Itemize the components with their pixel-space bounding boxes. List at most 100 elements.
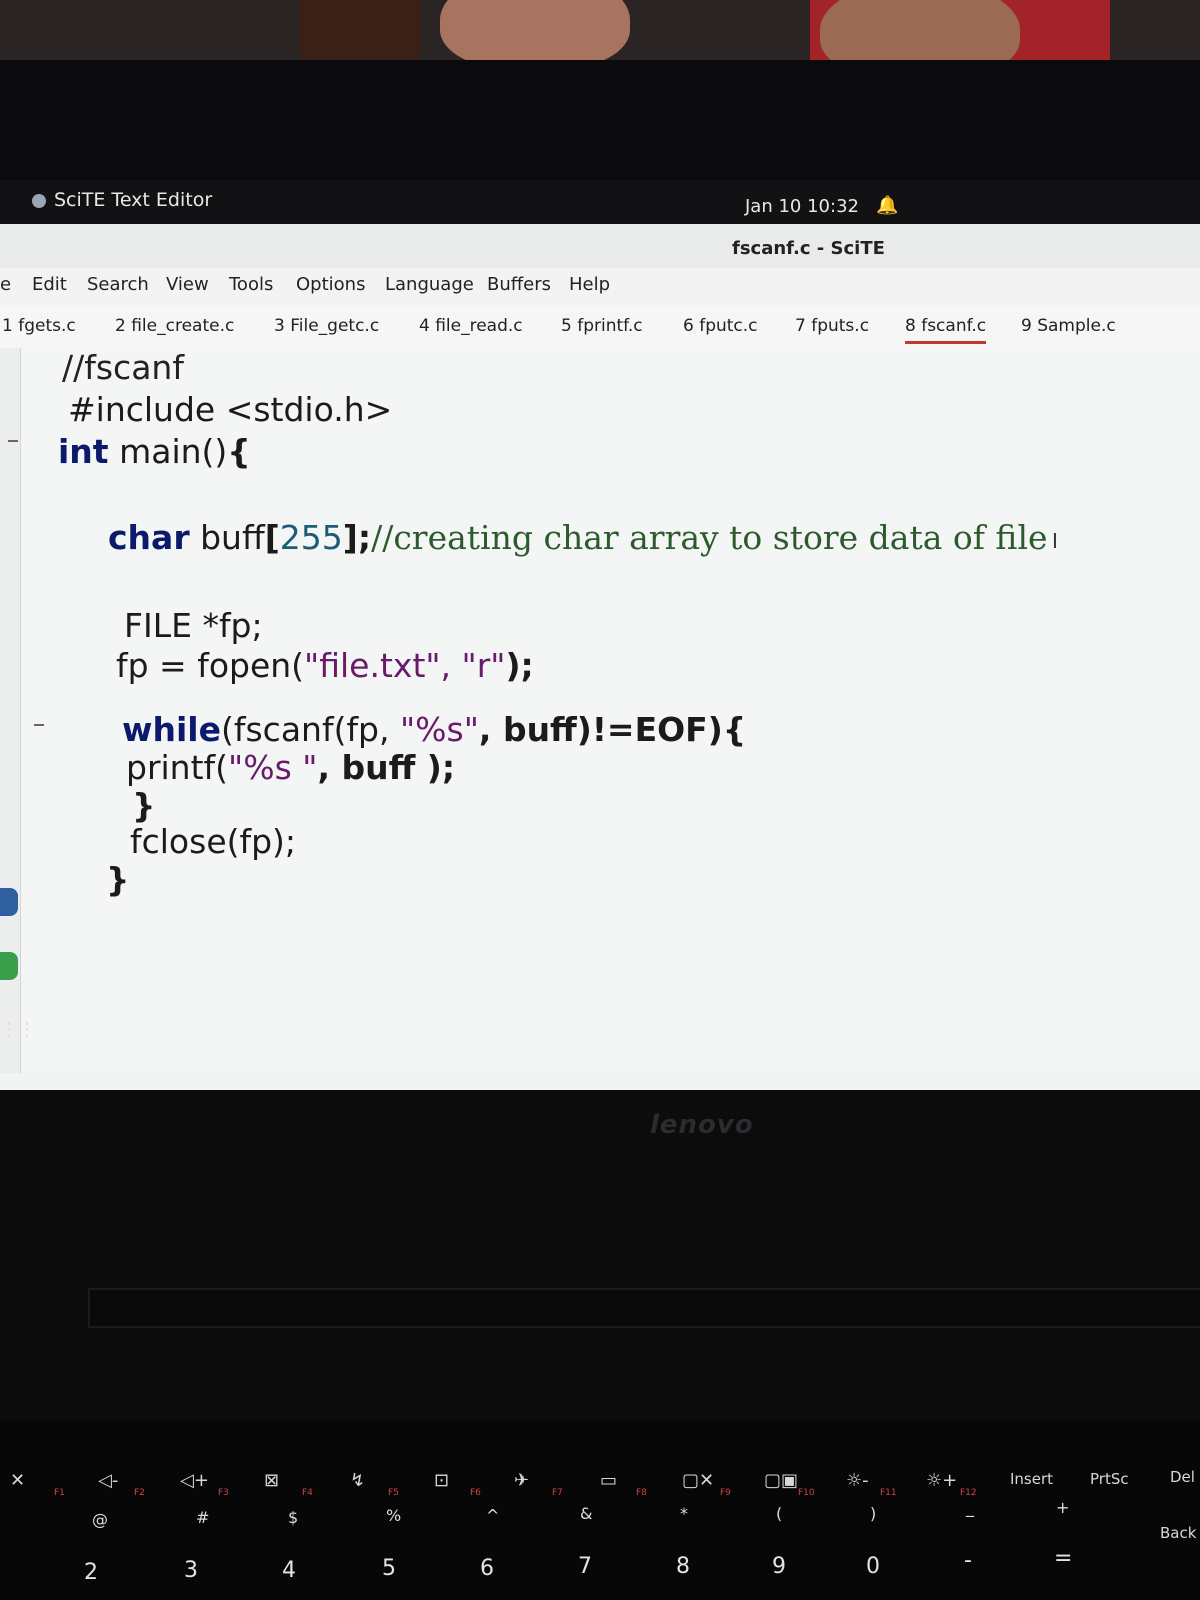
tab-file-read[interactable]: 4 file_read.c [419, 316, 523, 336]
code-keyword: int [58, 432, 109, 471]
tab-fgets[interactable]: 1 fgets.c [2, 316, 76, 336]
tab-fprintf[interactable]: 5 fprintf.c [561, 316, 643, 336]
key-2[interactable]: 2 [84, 1560, 98, 1585]
code-line: int main(){ [58, 432, 251, 471]
key-f8-sub: F8 [636, 1488, 647, 1498]
brightness-up-icon: ☼+ [926, 1470, 958, 1491]
code-text: , buff ); [317, 748, 456, 787]
menu-edit[interactable]: Edit [32, 274, 67, 295]
code-brace: { [227, 432, 251, 471]
key-3[interactable]: 3 [184, 1558, 198, 1583]
key-f1-sub: F1 [54, 1488, 65, 1498]
code-number: 255 [279, 518, 343, 557]
brightness-down-icon: ☼- [846, 1470, 869, 1491]
key-prtsc[interactable]: PrtSc [1090, 1470, 1129, 1488]
key-4[interactable]: 4 [282, 1558, 296, 1583]
menu-language[interactable]: Language [385, 274, 474, 295]
code-comment: //fscanf [62, 348, 184, 387]
key-delete[interactable]: Del [1170, 1468, 1195, 1486]
volume-up-icon: ◁+ [180, 1470, 209, 1491]
fold-marker[interactable] [8, 440, 18, 442]
key-f3-sub: F3 [218, 1488, 229, 1498]
menu-view[interactable]: View [166, 274, 209, 295]
key-8[interactable]: 8 [676, 1554, 690, 1579]
key-f6[interactable]: ⊡ [434, 1470, 449, 1491]
laptop-brand-logo: lenovo [650, 1110, 754, 1140]
refresh-icon: ↯ [350, 1470, 366, 1491]
volume-down-icon: ◁- [98, 1470, 119, 1491]
key-f2[interactable]: ◁- [98, 1470, 118, 1491]
key-6[interactable]: 6 [480, 1556, 494, 1581]
key-f10[interactable]: ▢▣ [764, 1470, 798, 1491]
code-string: "%s " [228, 748, 318, 787]
menu-options[interactable]: Options [296, 274, 365, 295]
key-f4-sub: F4 [302, 1488, 313, 1498]
code-text: fp = fopen( [116, 646, 305, 685]
code-string: "%s" [400, 710, 479, 749]
laptop-screen: SciTE Text Editor Jan 10 10:32 🔔 fscanf.… [0, 180, 1200, 1090]
desktop-top-bar: SciTE Text Editor Jan 10 10:32 🔔 [0, 180, 1200, 224]
menu-bar: e Edit Search View Tools Options Languag… [0, 268, 1200, 306]
code-line: printf("%s ", buff ); [126, 748, 455, 787]
key-f7-sub: F7 [552, 1488, 563, 1498]
key-f1-icon: ✕ [10, 1470, 26, 1491]
key-0-symbol: ) [870, 1504, 877, 1523]
key-insert[interactable]: Insert [1010, 1470, 1053, 1488]
code-line: } [106, 860, 130, 899]
dock-browser-icon[interactable] [0, 888, 18, 916]
key-9[interactable]: 9 [772, 1554, 786, 1579]
code-keyword: char [108, 518, 190, 557]
code-text: FILE *fp; [124, 606, 263, 645]
tab-file-create[interactable]: 2 file_create.c [115, 316, 234, 336]
key-minus[interactable]: - [964, 1548, 972, 1573]
menu-buffers[interactable]: Buffers [487, 274, 551, 295]
key-7[interactable]: 7 [578, 1554, 592, 1579]
menu-search[interactable]: Search [87, 274, 149, 295]
key-9-symbol: ( [776, 1504, 783, 1523]
fold-marker[interactable] [34, 724, 44, 726]
code-brace: } [106, 860, 130, 899]
buffer-tab-bar: 1 fgets.c 2 file_create.c 3 File_getc.c … [0, 306, 1200, 349]
tab-fputc[interactable]: 6 fputc.c [683, 316, 758, 336]
key-f5[interactable]: ↯ [350, 1470, 365, 1491]
active-app-label: SciTE Text Editor [54, 189, 213, 211]
code-text: main() [108, 432, 228, 471]
laptop-top-bezel [0, 60, 1200, 196]
system-clock[interactable]: Jan 10 10:32 [745, 196, 859, 217]
airplane-mode-icon: ✈ [514, 1470, 530, 1491]
menu-file[interactable]: e [0, 274, 11, 295]
code-editor[interactable]: I //fscanf #include <stdio.h> int main()… [0, 348, 1200, 1073]
code-text: ); [505, 646, 534, 685]
key-f9[interactable]: ▢✕ [682, 1470, 714, 1491]
key-f7[interactable]: ✈ [514, 1470, 529, 1491]
text-cursor-icon: I [1052, 529, 1058, 553]
key-f12[interactable]: ☼+ [926, 1470, 957, 1491]
tab-fscanf[interactable]: 8 fscanf.c [905, 316, 987, 344]
dock-app-icon[interactable] [0, 952, 18, 980]
key-4-symbol: $ [288, 1508, 299, 1527]
key-f11[interactable]: ☼- [846, 1470, 869, 1491]
key-backspace[interactable]: Back [1160, 1524, 1196, 1542]
key-f2-sub: F2 [134, 1488, 145, 1498]
key-equals-symbol: + [1056, 1498, 1070, 1517]
code-bracket: ]; [342, 518, 372, 557]
show-apps-grid-icon[interactable]: ⋮⋮ [0, 1016, 36, 1044]
notification-bell-icon[interactable]: 🔔 [876, 195, 898, 216]
key-f3[interactable]: ◁+ [180, 1470, 209, 1491]
window-title: fscanf.c - SciTE [732, 238, 885, 259]
key-f9-sub: F9 [720, 1488, 731, 1498]
key-f10-sub: F10 [798, 1488, 815, 1498]
tab-sample[interactable]: 9 Sample.c [1021, 316, 1116, 336]
menu-help[interactable]: Help [569, 274, 610, 295]
key-f8[interactable]: ▭ [600, 1470, 617, 1491]
key-f4[interactable]: ⊠ [264, 1470, 279, 1491]
menu-tools[interactable]: Tools [229, 274, 273, 295]
tab-fputs[interactable]: 7 fputs.c [795, 316, 869, 336]
active-app-indicator[interactable]: SciTE Text Editor [32, 189, 212, 211]
key-0[interactable]: 0 [866, 1554, 880, 1579]
key-6-symbol: ^ [486, 1506, 500, 1525]
key-f1[interactable]: ✕ [10, 1470, 25, 1491]
tab-file-getc[interactable]: 3 File_getc.c [274, 316, 379, 336]
key-5[interactable]: 5 [382, 1556, 396, 1581]
key-equals[interactable]: = [1054, 1546, 1072, 1571]
